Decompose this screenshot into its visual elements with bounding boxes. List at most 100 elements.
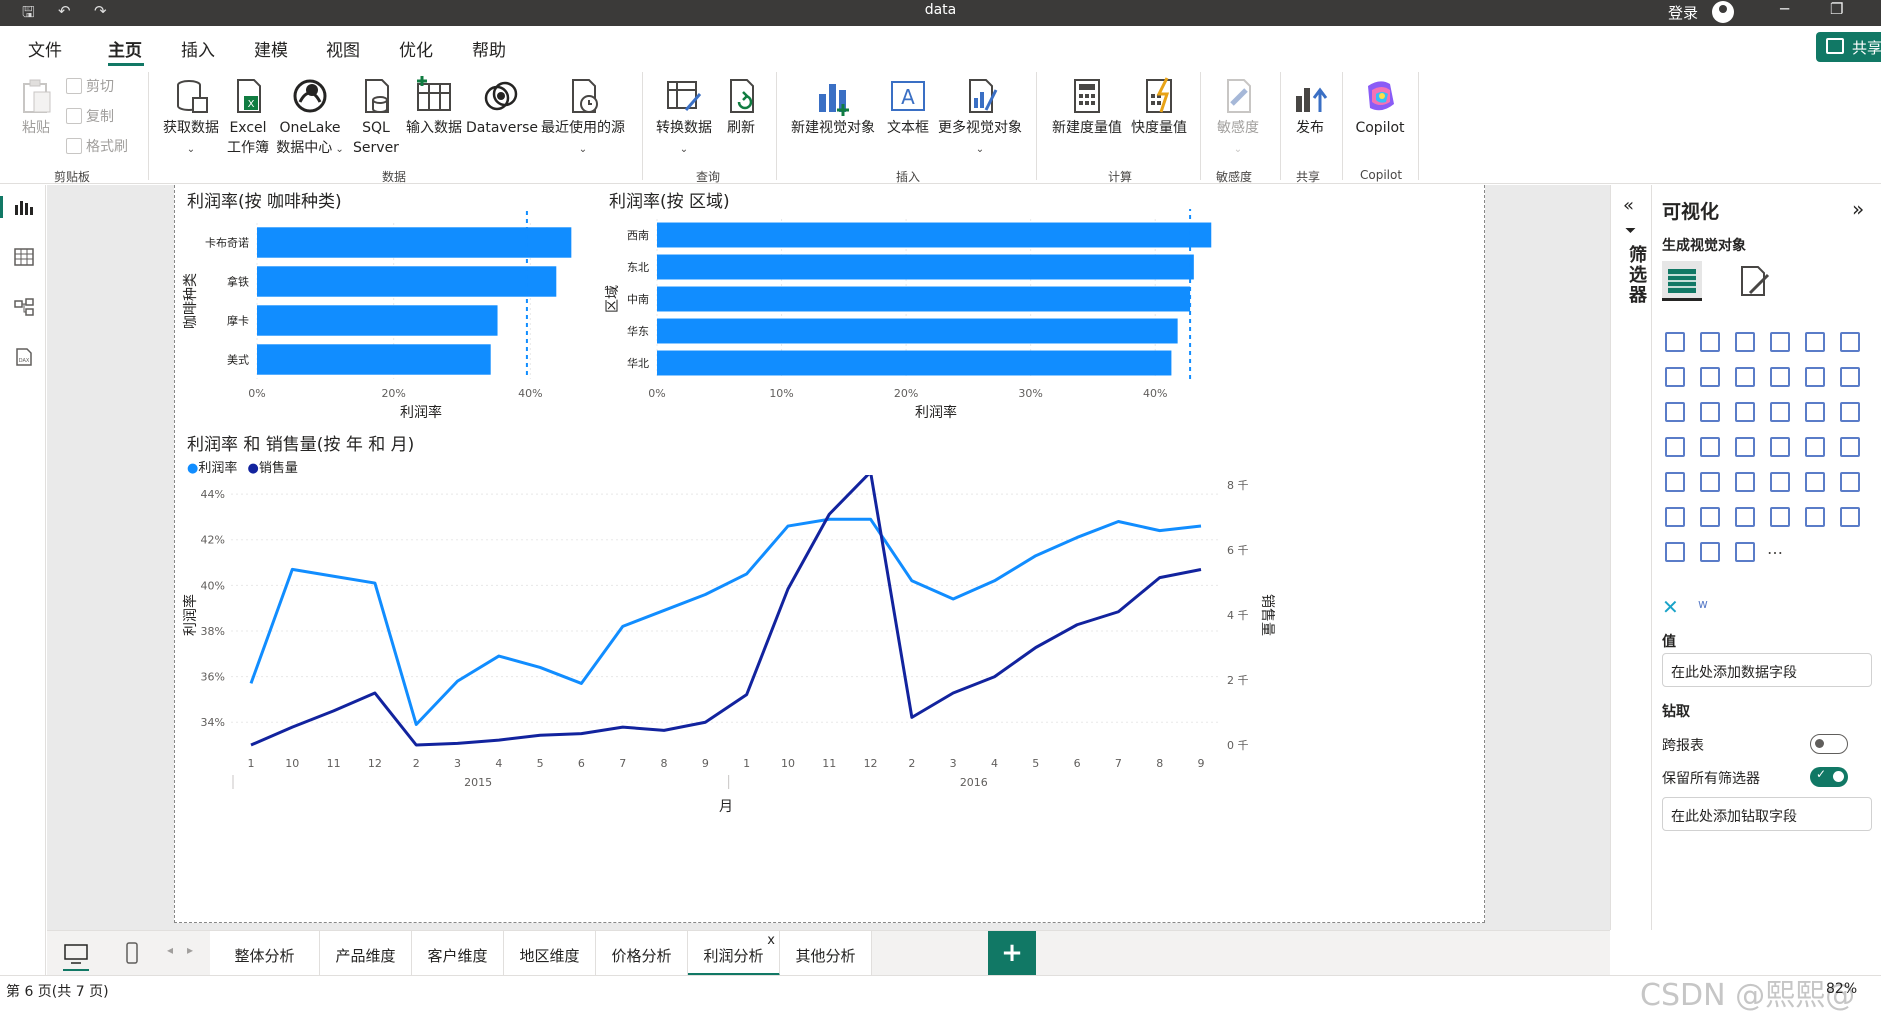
visual-type-icon-34[interactable] (1802, 504, 1828, 530)
visual-type-icon-17[interactable] (1837, 399, 1863, 425)
region-profit-bar-chart[interactable]: 0% 10% 20% 30% 40% 西南东北中南华东华北利润率 区域 (603, 209, 1223, 457)
visual-type-icon-38[interactable] (1732, 539, 1758, 565)
page-tab-1[interactable]: 产品维度 (320, 931, 412, 976)
visual-type-icon-24[interactable] (1662, 469, 1688, 495)
quick-measure-button[interactable]: 快度量值 (1128, 76, 1190, 138)
paste-button[interactable]: 粘贴 (14, 76, 58, 138)
visual-type-icon-3[interactable] (1767, 329, 1793, 355)
visual-type-icon-16[interactable] (1802, 399, 1828, 425)
page-tab-0[interactable]: 整体分析 (210, 931, 320, 976)
expand-right-icon[interactable]: » (1852, 197, 1864, 221)
values-drop-zone[interactable]: 在此处添加数据字段 (1662, 653, 1872, 687)
menu-optimize[interactable]: 优化 (399, 36, 433, 61)
visual-type-icon-15[interactable] (1767, 399, 1793, 425)
copy-button[interactable]: 复制 (66, 106, 114, 126)
menu-insert[interactable]: 插入 (181, 36, 215, 61)
page-tab-5[interactable]: 利润分析 x (688, 931, 780, 976)
zoom-level[interactable]: 82% (1826, 981, 1857, 997)
menu-model[interactable]: 建模 (254, 36, 288, 61)
visual-type-icon-39[interactable]: … (1767, 539, 1793, 565)
build-visual-tab[interactable] (1662, 261, 1702, 301)
page-tab-3[interactable]: 地区维度 (504, 931, 596, 976)
page-tab-4[interactable]: 价格分析 (596, 931, 688, 976)
recent-sources-button[interactable]: 最近使用的源 ⌄ (536, 76, 630, 160)
drill-drop-zone[interactable]: 在此处添加钻取字段 (1662, 797, 1872, 831)
visual-type-icon-21[interactable] (1767, 434, 1793, 460)
visual-type-icon-11[interactable] (1837, 364, 1863, 390)
dax-query-icon[interactable]: DAX (13, 347, 35, 367)
visual-type-icon-9[interactable] (1767, 364, 1793, 390)
close-tab-icon[interactable]: x (767, 933, 775, 948)
visual-type-icon-33[interactable] (1767, 504, 1793, 530)
visual-type-icon-32[interactable] (1732, 504, 1758, 530)
profit-sales-combo-chart[interactable]: 34%36%38%40%42%44%0 千2 千4 千6 千8 千1 10 11 12… (181, 475, 1275, 915)
transform-data-button[interactable]: 转换数据 ⌄ (650, 76, 718, 160)
visual-type-icon-28[interactable] (1802, 469, 1828, 495)
excel-workbook-button[interactable]: X Excel 工作簿 (226, 76, 270, 158)
cross-report-toggle[interactable] (1810, 734, 1848, 754)
table-view-icon[interactable] (13, 247, 35, 267)
visual-type-icon-22[interactable] (1802, 434, 1828, 460)
visual-type-icon-8[interactable] (1732, 364, 1758, 390)
visual-type-icon-35[interactable] (1837, 504, 1863, 530)
publish-button[interactable]: 发布 (1290, 76, 1330, 138)
login-button[interactable]: 登录 (1668, 2, 1698, 23)
page-tab-6[interactable]: 其他分析 (780, 931, 872, 976)
visual-type-icon-20[interactable] (1732, 434, 1758, 460)
desktop-layout-icon[interactable] (63, 943, 89, 965)
visual-type-icon-26[interactable] (1732, 469, 1758, 495)
menu-help[interactable]: 帮助 (472, 36, 506, 61)
keep-filters-toggle[interactable]: ✓ (1810, 767, 1848, 787)
collapse-left-icon[interactable]: « (1623, 195, 1634, 216)
tab-scroll-left-icon[interactable]: ◂ (167, 943, 173, 957)
visual-type-icon-30[interactable] (1662, 504, 1688, 530)
visual-type-icon-31[interactable] (1697, 504, 1723, 530)
visual-type-icon-29[interactable] (1837, 469, 1863, 495)
onelake-button[interactable]: OneLake 数据中心 ⌄ (274, 76, 346, 160)
get-data-button[interactable]: 获取数据 ⌄ (158, 76, 224, 160)
cut-button[interactable]: 剪切 (66, 76, 114, 96)
visual-type-icon-19[interactable] (1697, 434, 1723, 460)
visual-type-icon-25[interactable] (1697, 469, 1723, 495)
sensitivity-button[interactable]: 敏感度 ⌄ (1208, 76, 1268, 160)
text-box-button[interactable]: A 文本框 (882, 76, 934, 138)
format-painter-button[interactable]: 格式刷 (66, 136, 128, 156)
visual-type-icon-27[interactable] (1767, 469, 1793, 495)
tab-scroll-right-icon[interactable]: ▸ (187, 943, 193, 957)
menu-home[interactable]: 主页 (108, 36, 142, 61)
menu-view[interactable]: 视图 (326, 36, 360, 61)
copilot-button[interactable]: Copilot (1352, 76, 1408, 138)
restore-icon[interactable]: ❐ (1830, 0, 1843, 18)
visual-type-icon-2[interactable] (1732, 329, 1758, 355)
visual-type-icon-18[interactable] (1662, 434, 1688, 460)
coffee-profit-bar-chart[interactable]: 0% 20% 40% 卡布奇诺拿铁摩卡美式利润率 咖啡种类 (181, 209, 595, 457)
dataverse-button[interactable]: Dataverse (466, 76, 538, 138)
share-button[interactable]: 共享 (1816, 32, 1881, 62)
visual-type-icon-10[interactable] (1802, 364, 1828, 390)
format-visual-tab[interactable] (1736, 263, 1772, 299)
filters-pane-collapsed[interactable]: « ⏷ 筛选器 (1610, 185, 1652, 930)
mobile-layout-icon[interactable] (125, 941, 139, 965)
more-visuals-button[interactable]: 更多视觉对象 ⌄ (934, 76, 1026, 160)
visual-type-icon-1[interactable] (1697, 329, 1723, 355)
visual-type-icon-37[interactable] (1697, 539, 1723, 565)
visual-type-icon-36[interactable] (1662, 539, 1688, 565)
custom-visual-icon[interactable]: ✕ (1662, 595, 1679, 619)
sql-server-button[interactable]: SQL Server (350, 76, 402, 158)
visual-type-icon-0[interactable] (1662, 329, 1688, 355)
new-measure-button[interactable]: 新建度量值 (1046, 76, 1128, 138)
visual-type-icon-7[interactable] (1697, 364, 1723, 390)
custom-visual-icon-2[interactable]: w (1698, 597, 1708, 611)
avatar-icon[interactable] (1712, 1, 1734, 23)
visual-type-icon-12[interactable] (1662, 399, 1688, 425)
visual-type-icon-6[interactable] (1662, 364, 1688, 390)
add-page-button[interactable]: + (988, 931, 1036, 976)
model-view-icon[interactable] (13, 297, 35, 317)
minimize-icon[interactable]: ─ (1780, 0, 1789, 18)
visual-type-icon-13[interactable] (1697, 399, 1723, 425)
refresh-button[interactable]: 刷新 (720, 76, 762, 138)
visual-type-icon-5[interactable] (1837, 329, 1863, 355)
new-visual-button[interactable]: 新建视觉对象 (786, 76, 880, 138)
visual-type-icon-14[interactable] (1732, 399, 1758, 425)
report-view-icon[interactable] (13, 197, 35, 217)
